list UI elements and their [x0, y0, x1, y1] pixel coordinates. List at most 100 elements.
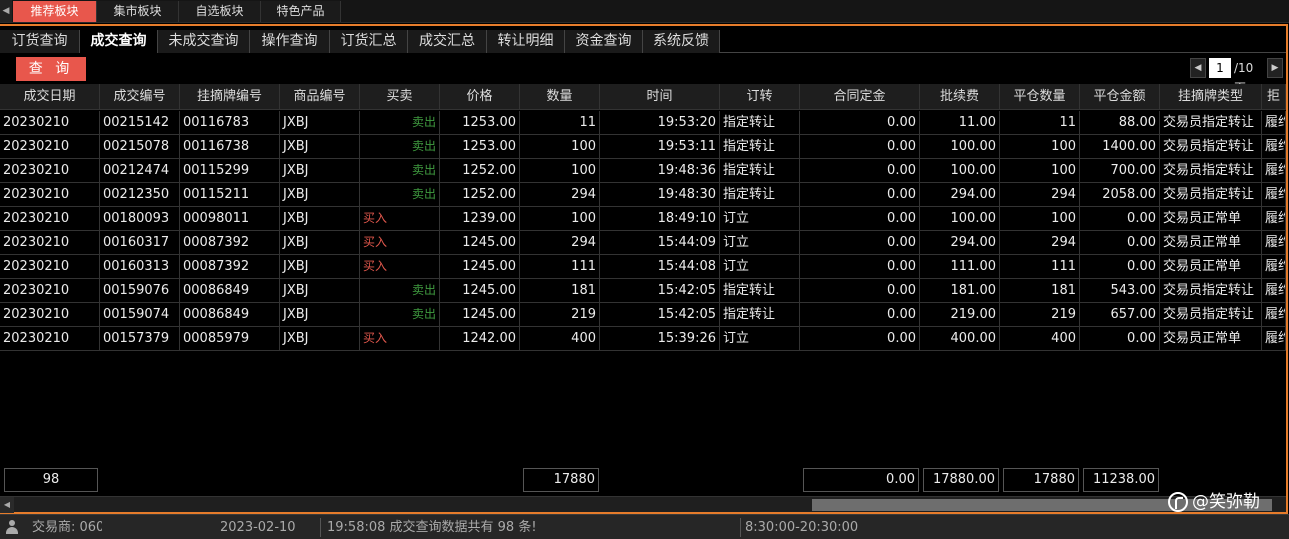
table-cell: JXBJ: [280, 255, 360, 278]
table-cell: 18:49:10: [600, 207, 720, 230]
table-cell: 0.00: [800, 327, 920, 350]
table-cell: 0.00: [1080, 231, 1160, 254]
table-cell: 交易员指定转让: [1160, 111, 1262, 134]
column-header[interactable]: 时间: [600, 84, 720, 110]
table-cell: 0.00: [1080, 207, 1160, 230]
table-cell: 19:48:30: [600, 183, 720, 206]
status-hours: 8:30:00-20:30:00: [745, 520, 859, 535]
board-tab[interactable]: 推荐板块: [13, 1, 97, 22]
table-cell: 履约: [1262, 183, 1286, 206]
board-tab[interactable]: 自选板块: [179, 1, 261, 22]
next-page-icon[interactable]: ▶: [1267, 58, 1283, 78]
table-cell: 294.00: [920, 231, 1000, 254]
column-header[interactable]: 数量: [520, 84, 600, 110]
table-cell: 00098011: [180, 207, 280, 230]
column-header[interactable]: 挂摘牌编号: [180, 84, 280, 110]
table-cell: 卖出: [360, 135, 440, 158]
function-tab[interactable]: 转让明细: [487, 30, 565, 53]
table-cell: 0.00: [800, 183, 920, 206]
table-cell: 11: [520, 111, 600, 134]
function-tab[interactable]: 资金查询: [565, 30, 643, 53]
table-cell: 11.00: [920, 111, 1000, 134]
board-tab[interactable]: 集市板块: [97, 1, 179, 22]
column-header[interactable]: 成交日期: [0, 84, 100, 110]
table-cell: 00116783: [180, 111, 280, 134]
table-cell: 20230210: [0, 303, 100, 326]
table-cell: 交易员指定转让: [1160, 303, 1262, 326]
tab-scroll-left-icon[interactable]: ◀: [0, 0, 12, 22]
column-header[interactable]: 平仓金额: [1080, 84, 1160, 110]
table-cell: 00087392: [180, 255, 280, 278]
table-cell: 00215078: [100, 135, 180, 158]
table-row[interactable]: 20230210 00215142 00116783 JXBJ 卖出 1253.00 11 1…: [0, 111, 1286, 135]
column-header[interactable]: 买卖: [360, 84, 440, 110]
table-cell: 履约: [1262, 303, 1286, 326]
function-tab[interactable]: 订货汇总: [330, 30, 408, 53]
table-cell: 400: [1000, 327, 1080, 350]
table-cell: JXBJ: [280, 183, 360, 206]
prev-page-icon[interactable]: ◀: [1190, 58, 1206, 78]
table-row[interactable]: 20230210 00215078 00116738 JXBJ 卖出 1253.00 100…: [0, 135, 1286, 159]
table-cell: 1253.00: [440, 111, 520, 134]
column-header[interactable]: 商品编号: [280, 84, 360, 110]
table-cell: 1245.00: [440, 279, 520, 302]
table-cell: 294.00: [920, 183, 1000, 206]
table-row[interactable]: 20230210 00160317 00087392 JXBJ 买入 1245.00 294…: [0, 231, 1286, 255]
table-cell: 00157379: [100, 327, 180, 350]
status-trader: 交易商: 060: [32, 520, 102, 535]
table-cell: 买入: [360, 207, 440, 230]
table-cell: 20230210: [0, 279, 100, 302]
table-cell: 15:39:26: [600, 327, 720, 350]
table-row[interactable]: 20230210 00180093 00098011 JXBJ 买入 1239.00 100…: [0, 207, 1286, 231]
column-header[interactable]: 批续费: [920, 84, 1000, 110]
table-row[interactable]: 20230210 00157379 00085979 JXBJ 买入 1242.00 400…: [0, 327, 1286, 351]
horizontal-scrollbar[interactable]: ◀: [0, 496, 1286, 513]
function-tab-bar: 订货查询 成交查询 未成交查询 操作查询 订货汇总 成交汇总 转让明细 资金查询 系统反馈: [0, 30, 1286, 53]
table-cell: 交易员正常单: [1160, 327, 1262, 350]
table-cell: 100: [520, 159, 600, 182]
table-cell: 交易员正常单: [1160, 231, 1262, 254]
table-cell: 20230210: [0, 327, 100, 350]
table-row[interactable]: 20230210 00212474 00115299 JXBJ 卖出 1252.00 100…: [0, 159, 1286, 183]
table-cell: 11: [1000, 111, 1080, 134]
scroll-left-icon[interactable]: ◀: [0, 497, 14, 513]
column-header[interactable]: 平仓数量: [1000, 84, 1080, 110]
table-cell: 0.00: [800, 255, 920, 278]
column-header[interactable]: 价格: [440, 84, 520, 110]
table-cell: 指定转让: [720, 111, 800, 134]
table-row[interactable]: 20230210 00159076 00086849 JXBJ 卖出 1245.00 181…: [0, 279, 1286, 303]
function-tab[interactable]: 操作查询: [250, 30, 330, 53]
table-cell: 0.00: [800, 111, 920, 134]
column-header[interactable]: 挂摘牌类型: [1160, 84, 1262, 110]
table-cell: 买入: [360, 255, 440, 278]
function-tab[interactable]: 成交查询: [80, 30, 158, 53]
table-row[interactable]: 20230210 00212350 00115211 JXBJ 卖出 1252.00 294…: [0, 183, 1286, 207]
column-header[interactable]: 成交编号: [100, 84, 180, 110]
status-bar: 交易商: 060 2023-02-10 19:58:08 成交查询数据共有 98…: [0, 514, 1289, 539]
table-cell: 00159076: [100, 279, 180, 302]
function-tab[interactable]: 系统反馈: [643, 30, 720, 53]
table-cell: 15:44:09: [600, 231, 720, 254]
function-tab[interactable]: 未成交查询: [158, 30, 250, 53]
column-header[interactable]: 合同定金: [800, 84, 920, 110]
table-cell: 111: [520, 255, 600, 278]
function-tab[interactable]: 成交汇总: [408, 30, 487, 53]
table-cell: 0.00: [800, 135, 920, 158]
table-cell: 294: [520, 231, 600, 254]
table-cell: 19:53:20: [600, 111, 720, 134]
table-cell: 400.00: [920, 327, 1000, 350]
table-row[interactable]: 20230210 00159074 00086849 JXBJ 卖出 1245.00 219…: [0, 303, 1286, 327]
function-tab[interactable]: 订货查询: [0, 30, 80, 53]
table-cell: 交易员指定转让: [1160, 279, 1262, 302]
table-row[interactable]: 20230210 00160313 00087392 JXBJ 买入 1245.00 111…: [0, 255, 1286, 279]
column-header[interactable]: 拒: [1262, 84, 1286, 110]
board-tab[interactable]: 特色产品: [261, 1, 341, 22]
table-cell: JXBJ: [280, 207, 360, 230]
status-message: 19:58:08 成交查询数据共有 98 条!: [327, 520, 537, 535]
column-header[interactable]: 订转: [720, 84, 800, 110]
query-button[interactable]: 查 询: [16, 57, 86, 81]
table-cell: 20230210: [0, 135, 100, 158]
page-number-input[interactable]: 1: [1209, 58, 1231, 78]
table-cell: 1253.00: [440, 135, 520, 158]
table-cell: 19:53:11: [600, 135, 720, 158]
